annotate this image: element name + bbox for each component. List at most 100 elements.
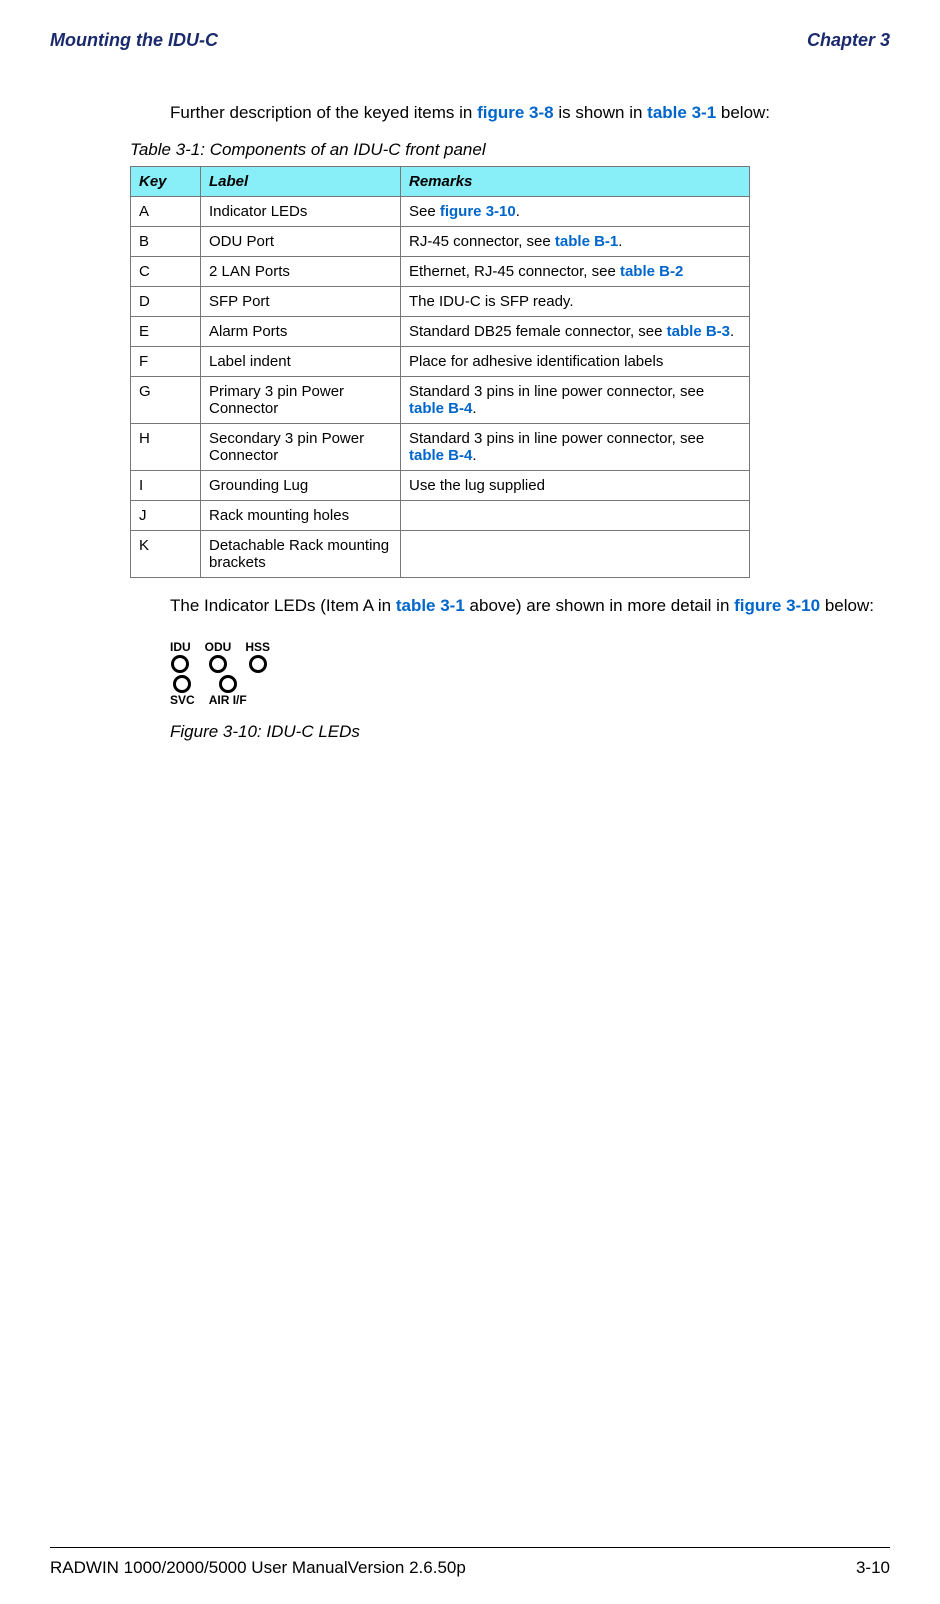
after-post: below: — [820, 596, 874, 615]
intro-paragraph: Further description of the keyed items i… — [170, 101, 890, 126]
table-row: EAlarm PortsStandard DB25 female connect… — [131, 316, 750, 346]
cell-remarks: See figure 3-10. — [401, 196, 750, 226]
led-bottom-row: SVC AIR I/F — [170, 675, 340, 708]
remarks-text: Place for adhesive identification labels — [409, 353, 663, 370]
cell-key: A — [131, 196, 201, 226]
cell-label: Label indent — [201, 346, 401, 376]
led-idu: IDU — [170, 640, 191, 673]
remarks-text: Ethernet, RJ-45 connector, see — [409, 263, 620, 280]
figure-caption: Figure 3-10: IDU-C LEDs — [170, 722, 890, 742]
cell-label: Grounding Lug — [201, 470, 401, 500]
intro-post: below: — [716, 103, 770, 122]
cell-remarks: Use the lug supplied — [401, 470, 750, 500]
led-svc: SVC — [170, 675, 195, 708]
remarks-text: Standard 3 pins in line power connector,… — [409, 430, 704, 447]
led-circle-icon — [219, 675, 237, 693]
cell-remarks — [401, 500, 750, 530]
remarks-text: Use the lug supplied — [409, 477, 545, 494]
cross-ref-link[interactable]: table B-4 — [409, 400, 472, 417]
led-odu-label: ODU — [205, 640, 232, 654]
cell-key: F — [131, 346, 201, 376]
cell-label: Secondary 3 pin Power Connector — [201, 423, 401, 470]
cell-label: Primary 3 pin Power Connector — [201, 376, 401, 423]
after-table-paragraph: The Indicator LEDs (Item A in table 3-1 … — [170, 594, 890, 619]
cell-key: K — [131, 530, 201, 577]
header-left: Mounting the IDU-C — [50, 30, 218, 51]
table-row: AIndicator LEDsSee figure 3-10. — [131, 196, 750, 226]
cell-label: SFP Port — [201, 286, 401, 316]
led-odu: ODU — [205, 640, 232, 673]
led-circle-icon — [171, 655, 189, 673]
cross-ref-link[interactable]: table B-3 — [667, 323, 730, 340]
after-mid: above) are shown in more detail in — [465, 596, 734, 615]
intro-pre: Further description of the keyed items i… — [170, 103, 477, 122]
cell-remarks — [401, 530, 750, 577]
led-circle-icon — [173, 675, 191, 693]
header-right: Chapter 3 — [807, 30, 890, 51]
cell-label: Alarm Ports — [201, 316, 401, 346]
cell-remarks: RJ-45 connector, see table B-1. — [401, 226, 750, 256]
led-circle-icon — [209, 655, 227, 673]
table-caption: Table 3-1: Components of an IDU-C front … — [130, 140, 890, 160]
components-table: Key Label Remarks AIndicator LEDsSee fig… — [130, 166, 750, 578]
table-3-1-link-2[interactable]: table 3-1 — [396, 596, 465, 615]
cell-key: G — [131, 376, 201, 423]
cell-label: Detachable Rack mounting brackets — [201, 530, 401, 577]
cell-key: I — [131, 470, 201, 500]
cross-ref-link[interactable]: table B-1 — [555, 233, 618, 250]
table-row: IGrounding Lug Use the lug supplied — [131, 470, 750, 500]
cell-label: 2 LAN Ports — [201, 256, 401, 286]
footer-left: RADWIN 1000/2000/5000 User ManualVersion… — [50, 1558, 466, 1578]
led-hss-label: HSS — [245, 640, 270, 654]
led-figure: IDU ODU HSS SVC AIR I/F — [170, 640, 340, 708]
cross-ref-link[interactable]: table B-4 — [409, 447, 472, 464]
remarks-text-post: . — [472, 400, 476, 417]
led-top-row: IDU ODU HSS — [170, 640, 340, 673]
table-row: HSecondary 3 pin Power Connector Standard… — [131, 423, 750, 470]
after-pre: The Indicator LEDs (Item A in — [170, 596, 396, 615]
table-3-1-link[interactable]: table 3-1 — [647, 103, 716, 122]
remarks-text: See — [409, 203, 440, 220]
led-airif: AIR I/F — [209, 675, 247, 708]
page-header: Mounting the IDU-C Chapter 3 — [50, 30, 890, 51]
cell-remarks: The IDU-C is SFP ready. — [401, 286, 750, 316]
remarks-text: RJ-45 connector, see — [409, 233, 555, 250]
footer-right: 3-10 — [856, 1558, 890, 1578]
remarks-text-post: . — [516, 203, 520, 220]
led-svc-label: SVC — [170, 693, 195, 707]
table-header-row: Key Label Remarks — [131, 166, 750, 196]
cell-key: H — [131, 423, 201, 470]
remarks-text-post: . — [472, 447, 476, 464]
cross-ref-link[interactable]: table B-2 — [620, 263, 683, 280]
cell-label: Rack mounting holes — [201, 500, 401, 530]
footer: RADWIN 1000/2000/5000 User ManualVersion… — [50, 1558, 890, 1578]
led-circle-icon — [249, 655, 267, 673]
cell-remarks: Place for adhesive identification labels — [401, 346, 750, 376]
figure-3-8-link[interactable]: figure 3-8 — [477, 103, 554, 122]
cell-remarks: Ethernet, RJ-45 connector, see table B-2 — [401, 256, 750, 286]
cell-key: E — [131, 316, 201, 346]
remarks-text: Standard DB25 female connector, see — [409, 323, 667, 340]
footer-rule — [50, 1547, 890, 1548]
figure-3-10-link[interactable]: figure 3-10 — [734, 596, 820, 615]
table-row: JRack mounting holes — [131, 500, 750, 530]
led-idu-label: IDU — [170, 640, 191, 654]
cell-remarks: Standard 3 pins in line power connector,… — [401, 423, 750, 470]
th-remarks: Remarks — [401, 166, 750, 196]
table-row: FLabel indent Place for adhesive identifi… — [131, 346, 750, 376]
cell-key: C — [131, 256, 201, 286]
remarks-text-post: . — [618, 233, 622, 250]
cell-remarks: Standard DB25 female connector, see tabl… — [401, 316, 750, 346]
intro-mid: is shown in — [554, 103, 648, 122]
table-row: BODU PortRJ-45 connector, see table B-1. — [131, 226, 750, 256]
cross-ref-link[interactable]: figure 3-10 — [440, 203, 516, 220]
remarks-text-post: . — [730, 323, 734, 340]
led-airif-label: AIR I/F — [209, 693, 247, 707]
remarks-text: The IDU-C is SFP ready. — [409, 293, 574, 310]
th-label: Label — [201, 166, 401, 196]
table-row: GPrimary 3 pin Power ConnectorStandard 3… — [131, 376, 750, 423]
table-row: DSFP Port The IDU-C is SFP ready. — [131, 286, 750, 316]
cell-key: D — [131, 286, 201, 316]
cell-remarks: Standard 3 pins in line power connector,… — [401, 376, 750, 423]
table-row: C2 LAN PortsEthernet, RJ-45 connector, s… — [131, 256, 750, 286]
